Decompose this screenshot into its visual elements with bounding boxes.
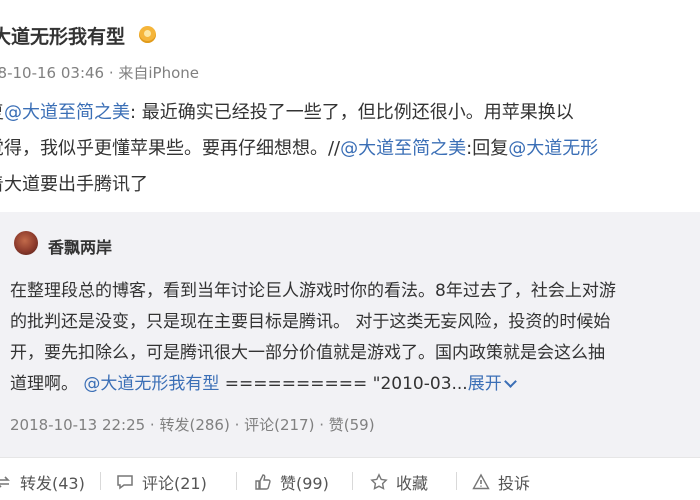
text-segment: ========== "2010-03...	[219, 374, 468, 394]
mention-link[interactable]: @大道无形	[508, 138, 598, 159]
divider	[456, 472, 457, 490]
repost-text-line-1: 在整理段总的博客，看到当年讨论巨人游戏时你的看法。8年过去了，社会上对游	[10, 281, 616, 301]
text-segment: :回复	[466, 138, 509, 159]
divider	[0, 457, 700, 458]
repost-text-line-4: 道理啊。 @大道无形我有型 ========== "2010-03...展开	[10, 369, 517, 394]
chevron-down-icon	[503, 375, 517, 388]
report-label: 投诉	[498, 474, 531, 493]
divider	[100, 472, 101, 490]
mention-link[interactable]: @大道无形我有型	[83, 374, 219, 394]
post-meta: 18-10-16 03:46 · 来自iPhone	[0, 64, 200, 82]
repost-icon	[0, 476, 10, 488]
repost-author-name[interactable]: 香飘两岸	[48, 234, 112, 258]
repost-button[interactable]: 转发(43)	[0, 470, 85, 494]
post-text-line-2: 觉得，我似乎更懂苹果些。要再仔细想想。//@大道至简之美:回复@大道无形	[0, 134, 598, 160]
divider	[236, 472, 237, 490]
like-button[interactable]: 赞(99)	[254, 470, 329, 494]
divider	[352, 472, 353, 490]
comment-button[interactable]: 评论(21)	[116, 470, 207, 494]
comment-icon	[117, 475, 133, 490]
text-segment: 道理啊。	[10, 374, 78, 394]
post-text-line-3: 着大道要出手腾讯了	[0, 174, 148, 195]
repost-meta: 2018-10-13 22:25 · 转发(286) · 评论(217) · 赞…	[10, 416, 375, 434]
favorite-button[interactable]: 收藏	[370, 470, 428, 494]
warning-icon	[472, 473, 490, 490]
expand-label: 展开	[467, 374, 502, 394]
verified-badge-icon	[139, 26, 156, 43]
star-icon	[370, 473, 388, 490]
repost-text-line-2: 的批判还是没变，只是现在主要目标是腾讯。 对于这类无妄风险，投资的时候始	[10, 312, 611, 332]
mention-link[interactable]: @大道至简之美	[4, 102, 130, 123]
action-bar: 转发(43) 评论(21) 赞(99) 收藏 投诉	[0, 466, 700, 496]
post-author-name[interactable]: 大道无形我有型	[0, 22, 125, 49]
post-text-line-1: 复@大道至简之美: 最近确实已经投了一些了，但比例还很小。用苹果换以	[0, 98, 574, 124]
text-segment: 觉得，我似乎更懂苹果些。要再仔细想想。//	[0, 138, 341, 159]
mention-link[interactable]: @大道至简之美	[340, 138, 466, 159]
avatar[interactable]	[14, 231, 38, 255]
repost-label: 转发(43)	[20, 474, 85, 493]
like-label: 赞(99)	[280, 474, 329, 493]
favorite-label: 收藏	[396, 474, 429, 493]
report-button[interactable]: 投诉	[472, 470, 530, 494]
thumbs-up-icon	[255, 474, 271, 490]
expand-link[interactable]: 展开	[467, 374, 517, 394]
comment-label: 评论(21)	[142, 474, 207, 493]
repost-text-line-3: 开，要先扣除么，可是腾讯很大一部分价值就是游戏了。国内政策就是会这么抽	[10, 343, 605, 363]
text-segment: : 最近确实已经投了一些了，但比例还很小。用苹果换以	[130, 102, 574, 123]
